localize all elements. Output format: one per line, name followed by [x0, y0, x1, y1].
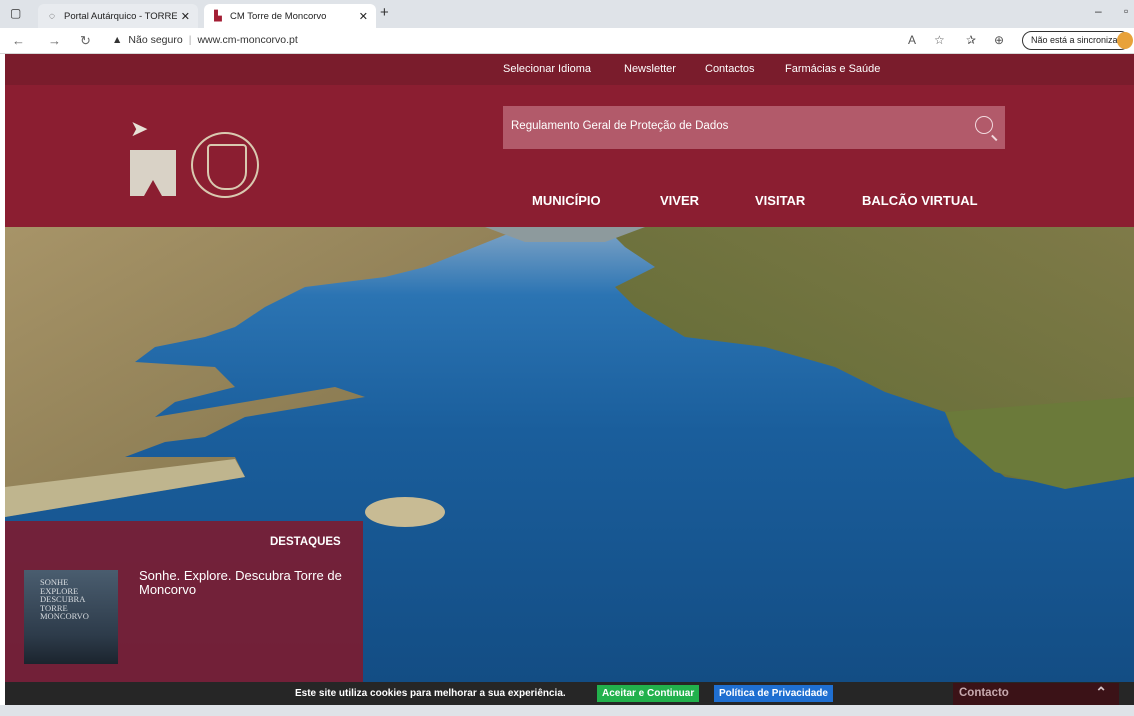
chevron-up-icon[interactable]: ⌃: [1095, 684, 1107, 701]
avatar: [1117, 32, 1133, 49]
accept-cookies-button[interactable]: Aceitar e Continuar: [597, 685, 700, 702]
search-input[interactable]: [511, 120, 951, 132]
search-box: [503, 106, 1005, 149]
link-farmacias-saude[interactable]: Farmácias e Saúde: [785, 63, 880, 75]
municipality-logo[interactable]: [130, 150, 176, 196]
nav-visitar[interactable]: VISITAR: [755, 193, 805, 208]
loading-icon: ◌: [49, 10, 55, 22]
tab-cm-torre-de-moncorvo[interactable]: ▙ CM Torre de Moncorvo ✕: [204, 4, 376, 28]
minimize-icon[interactable]: –: [1095, 4, 1102, 18]
cookie-message: Este site utiliza cookies para melhorar …: [295, 688, 566, 699]
thumbnail-text: SONHE EXPLORE DESCUBRA TORRE MONCORVO: [40, 577, 89, 621]
tab-title: CM Torre de Moncorvo: [230, 10, 327, 22]
nav-viver[interactable]: VIVER: [660, 193, 699, 208]
address-bar: ← → ↻ ▲ Não seguro | www.cm-moncorvo.pt …: [0, 28, 1134, 54]
warning-icon: ▲: [112, 34, 123, 46]
link-newsletter[interactable]: Newsletter: [624, 63, 705, 75]
security-label: Não seguro: [128, 34, 183, 46]
sync-label: Não está a sincronizar: [1031, 35, 1121, 45]
favorites-icon[interactable]: ✰: [966, 33, 976, 47]
coat-of-arms-icon: [191, 132, 259, 198]
search-icon[interactable]: [975, 116, 993, 134]
site-favicon-icon: ▙: [214, 10, 222, 22]
close-icon[interactable]: ✕: [359, 10, 368, 23]
nav-balcao-virtual[interactable]: BALCÃO VIRTUAL: [862, 193, 978, 208]
refresh-icon[interactable]: ↻: [80, 33, 91, 49]
window-control-icon[interactable]: ▫: [1124, 4, 1128, 18]
link-selecionar-idioma[interactable]: Selecionar Idioma: [503, 63, 624, 75]
contact-label: Contacto: [959, 687, 1009, 699]
forward-icon[interactable]: →: [48, 33, 61, 48]
taskbar: [0, 705, 1134, 716]
privacy-policy-button[interactable]: Política de Privacidade: [714, 685, 833, 702]
collections-icon[interactable]: ⊕: [994, 33, 1004, 47]
add-favorite-icon[interactable]: ☆: [934, 33, 945, 47]
destaque-headline-link[interactable]: Sonhe. Explore. Descubra Torre de Moncor…: [139, 569, 349, 597]
contact-widget[interactable]: Contacto ⌃: [953, 683, 1119, 705]
tab-title: Portal Autárquico - TORRE DE M...: [64, 10, 177, 22]
read-aloud-icon[interactable]: A: [908, 33, 916, 47]
destaques-title: DESTAQUES: [270, 536, 341, 548]
separator: |: [188, 34, 192, 46]
browser-tab-bar: ▢ ◌ Portal Autárquico - TORRE DE M... ✕ …: [0, 0, 1134, 28]
top-links: Selecionar Idioma Newsletter Contactos F…: [503, 63, 880, 75]
bird-logo-icon: ➤: [130, 116, 149, 141]
tab-portal-autarquico[interactable]: ◌ Portal Autárquico - TORRE DE M... ✕: [38, 4, 198, 28]
url-text: www.cm-moncorvo.pt: [197, 34, 298, 46]
new-tab-icon[interactable]: +: [380, 4, 389, 21]
back-icon[interactable]: ←: [12, 33, 25, 48]
sync-status-button[interactable]: Não está a sincronizar: [1022, 31, 1133, 50]
link-contactos[interactable]: Contactos: [705, 63, 785, 75]
close-icon[interactable]: ✕: [181, 10, 190, 23]
tab-actions-icon[interactable]: ▢: [10, 6, 21, 20]
nav-municipio[interactable]: MUNICÍPIO: [532, 193, 601, 208]
url-field[interactable]: ▲ Não seguro | www.cm-moncorvo.pt: [112, 34, 298, 46]
